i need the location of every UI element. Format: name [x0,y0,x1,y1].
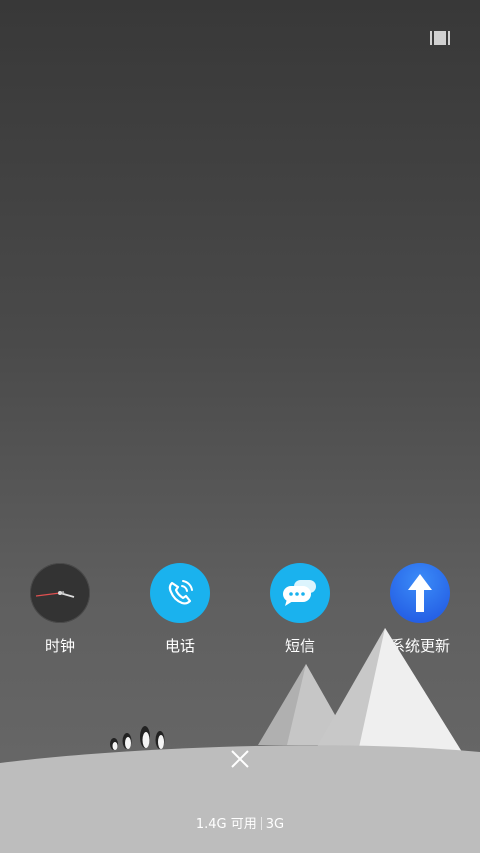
close-icon [231,750,249,768]
arrow-up-icon [390,563,450,623]
recents-view-button[interactable] [426,26,454,50]
message-icon [270,563,330,623]
memory-available: 1.4G 可用 [195,817,257,832]
clock-icon [30,563,90,623]
recents-view-icon [430,31,450,45]
phone-icon [150,563,210,623]
memory-status: 1.4G 可用 3G [0,815,480,835]
memory-total: 3G [265,817,285,832]
penguins-illustration [110,726,165,750]
close-all-button[interactable] [224,743,256,775]
memory-divider [260,817,262,830]
recent-apps-screen: 时钟 电话 短信 系统更新 1.4G 可用 3G [0,0,480,853]
